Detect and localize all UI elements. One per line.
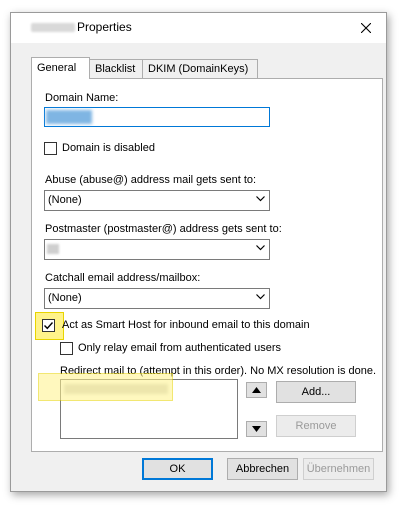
tab-blacklist[interactable]: Blacklist bbox=[89, 59, 144, 78]
abuse-label: Abuse (abuse@) address mail gets sent to… bbox=[45, 174, 257, 186]
move-down-button[interactable] bbox=[246, 421, 267, 437]
tab-general[interactable]: General bbox=[31, 57, 90, 79]
domain-name-field[interactable] bbox=[44, 107, 270, 127]
checkmark-icon bbox=[44, 322, 54, 330]
relay-auth-checkbox[interactable] bbox=[60, 342, 73, 355]
chevron-down-icon bbox=[256, 294, 265, 300]
window-title: Properties bbox=[77, 20, 132, 34]
catchall-select[interactable]: (None) bbox=[44, 288, 270, 309]
redirect-highlight bbox=[38, 373, 173, 401]
redacted-domain-title bbox=[31, 23, 75, 32]
arrow-down-icon bbox=[252, 426, 261, 432]
domain-name-label: Domain Name: bbox=[45, 92, 119, 104]
domain-disabled-checkbox[interactable] bbox=[44, 142, 57, 155]
ok-button[interactable]: OK bbox=[142, 458, 213, 480]
chevron-down-icon bbox=[256, 245, 265, 251]
postmaster-select[interactable] bbox=[44, 239, 270, 260]
move-up-button[interactable] bbox=[246, 382, 267, 398]
smarthost-checkbox[interactable] bbox=[42, 319, 55, 332]
close-button[interactable] bbox=[346, 13, 386, 43]
smarthost-label: Act as Smart Host for inbound email to t… bbox=[62, 319, 310, 331]
close-icon bbox=[361, 23, 371, 33]
tab-dkim[interactable]: DKIM (DomainKeys) bbox=[142, 59, 258, 78]
catchall-value: (None) bbox=[48, 292, 82, 304]
chevron-down-icon bbox=[256, 196, 265, 202]
abuse-select[interactable]: (None) bbox=[44, 190, 270, 211]
postmaster-label: Postmaster (postmaster@) address gets se… bbox=[45, 223, 282, 235]
cancel-button[interactable]: Abbrechen bbox=[227, 458, 298, 480]
arrow-up-icon bbox=[252, 387, 261, 393]
redacted-postmaster-value bbox=[47, 244, 59, 254]
relay-auth-label: Only relay email from authenticated user… bbox=[78, 342, 281, 354]
properties-dialog: Properties General Blacklist DKIM (Domai… bbox=[10, 12, 387, 492]
apply-button[interactable]: Übernehmen bbox=[303, 458, 374, 480]
title-bar: Properties bbox=[11, 13, 386, 43]
redacted-domain-name bbox=[46, 110, 92, 124]
general-tab-panel: Domain Name: Domain is disabled Abuse (a… bbox=[31, 78, 383, 452]
add-button[interactable]: Add... bbox=[276, 381, 356, 403]
remove-button[interactable]: Remove bbox=[276, 415, 356, 437]
catchall-label: Catchall email address/mailbox: bbox=[45, 272, 201, 284]
domain-disabled-label: Domain is disabled bbox=[62, 142, 155, 154]
abuse-value: (None) bbox=[48, 194, 82, 206]
